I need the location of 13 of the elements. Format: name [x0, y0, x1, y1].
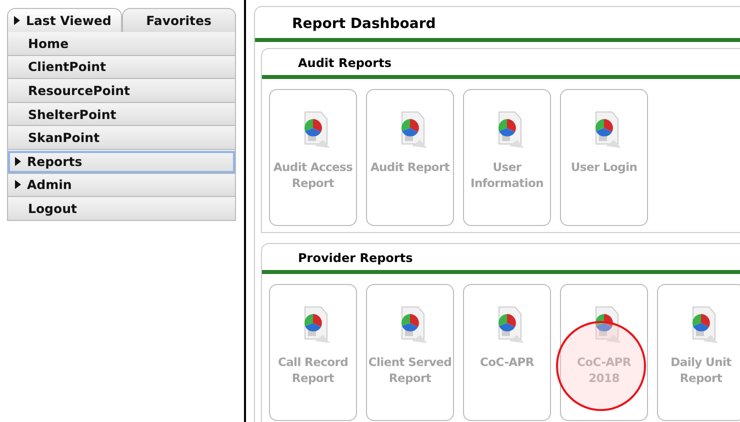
dashboard-title: Report Dashboard — [255, 7, 740, 42]
sidebar-tab[interactable]: Last Viewed — [7, 8, 122, 32]
section-header: Audit Reports — [262, 49, 740, 79]
sidebar-item[interactable]: Admin — [7, 174, 236, 198]
sidebar-item[interactable]: ClientPoint — [7, 56, 236, 80]
section-header: Provider Reports — [262, 244, 740, 274]
sidebar-item[interactable]: ShelterPoint — [7, 102, 236, 126]
sidebar-item[interactable]: ResourcePoint — [7, 79, 236, 103]
sidebar-item[interactable]: Logout — [7, 197, 236, 221]
sidebar-item[interactable]: SkanPoint — [7, 126, 236, 150]
sidebar-item[interactable]: Home — [7, 32, 236, 56]
sidebar-item[interactable]: Reports — [7, 150, 236, 174]
sidebar-tab[interactable]: Favorites — [122, 8, 236, 32]
